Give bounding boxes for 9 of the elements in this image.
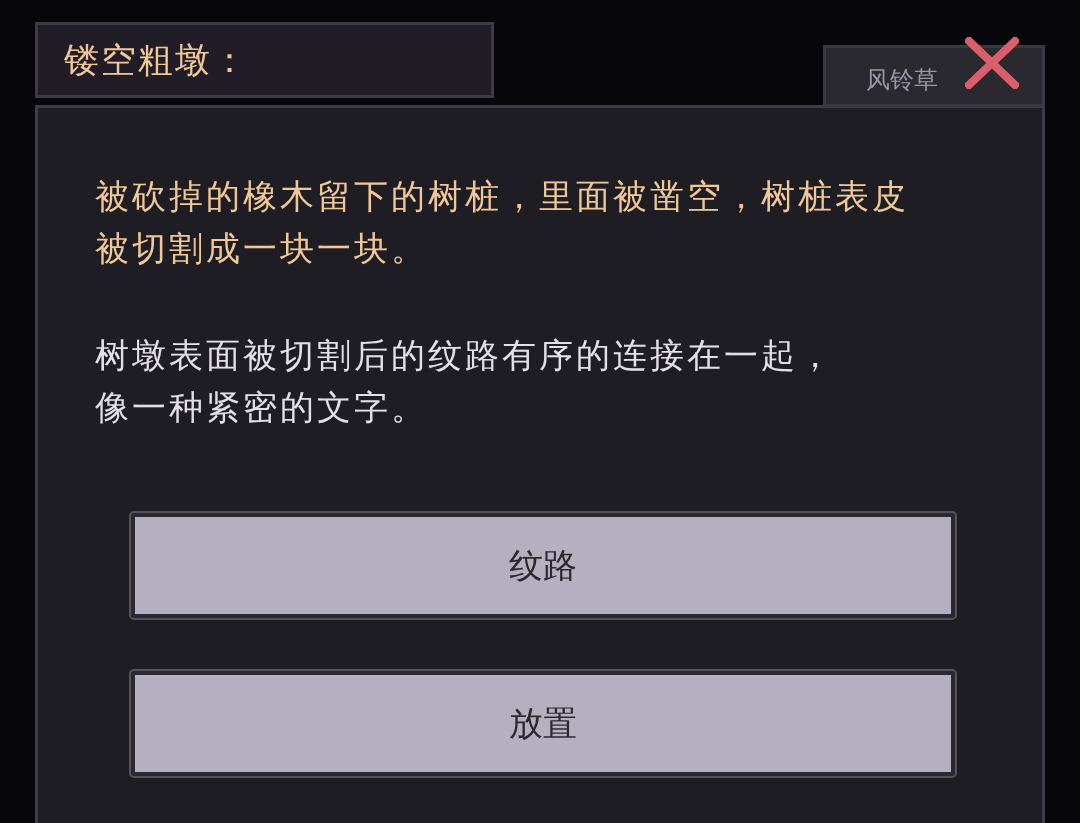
description-line: 像一种紧密的文字。 bbox=[95, 386, 428, 429]
description-line: 被切割成一块一块。 bbox=[95, 227, 428, 270]
side-tab[interactable]: 风铃草 bbox=[823, 45, 1045, 107]
description-line: 树墩表面被切割后的纹路有序的连接在一起， bbox=[95, 334, 835, 377]
description-line: 被砍掉的橡木留下的树桩，里面被凿空，树桩表皮 bbox=[95, 175, 909, 218]
action-button[interactable]: 纹路 bbox=[131, 513, 955, 618]
item-title: 镂空粗墩： bbox=[64, 38, 249, 82]
close-icon[interactable] bbox=[965, 37, 1019, 89]
action-button[interactable]: 放置 bbox=[131, 671, 955, 776]
